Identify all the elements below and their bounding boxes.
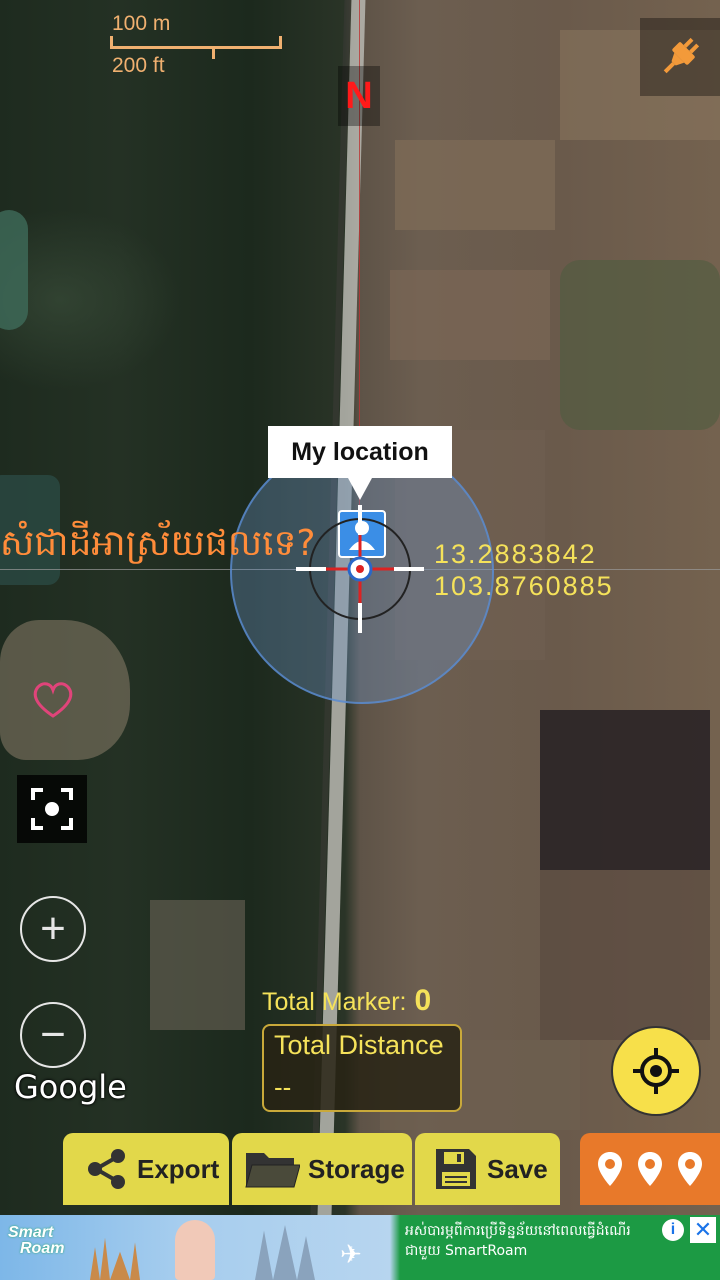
my-location-button[interactable] [611,1026,701,1116]
focus-frame-icon [31,788,73,830]
total-distance-label: Total Distance [274,1030,444,1060]
scale-tick [279,36,282,49]
save-label: Save [487,1153,548,1184]
coordinate-readout: 13.2883842 103.8760885 [434,538,614,602]
plugin-button[interactable] [640,18,720,96]
scale-metric-label: 100 m [112,12,171,35]
ad-person-image [175,1220,215,1280]
map-overlay-text: សំជាដីអាស្រ័យផលទេ? [0,523,316,564]
total-distance-box: Total Distance -- [262,1024,462,1112]
longitude-value: 103.8760885 [434,571,614,601]
gps-target-icon [633,1048,679,1094]
ad-brand-line: Smart [8,1224,54,1241]
scale-tick [110,36,113,49]
ad-banner[interactable]: Smart Roam ✈ អស់បារម្ភពីការប្រើទិន្នន័យន… [0,1215,720,1280]
markers-button[interactable] [580,1133,720,1205]
ad-info-icon[interactable]: i [662,1219,684,1241]
map-field [540,710,710,870]
map-field [395,140,555,230]
airplane-icon: ✈ [340,1239,362,1269]
total-distance-value: -- [274,1072,292,1102]
zoom-in-button[interactable]: + [20,896,86,962]
map-field [150,900,245,1030]
folder-icon [244,1147,300,1191]
storage-button[interactable]: Storage [232,1133,412,1205]
save-button[interactable]: Save [415,1133,560,1205]
ad-text-line: អស់បារម្ភពីការប្រើទិន្នន័យនៅពេលធ្វើដំណើរ [405,1223,631,1239]
scale-line [110,46,282,49]
google-attribution: Google [14,1068,127,1106]
total-marker-count: 0 [414,984,432,1017]
ad-close-icon[interactable]: ✕ [690,1217,716,1243]
total-marker-label: Total Marker: [262,988,407,1016]
plug-icon [663,37,700,74]
map-pin-icon [638,1152,662,1186]
ad-towers-image [255,1225,315,1280]
scale-bar: 100 m 200 ft [110,10,285,80]
scale-tick [212,46,215,59]
heart-icon [33,682,73,718]
scale-imperial-label: 200 ft [112,54,165,77]
map-pin-icon [598,1152,622,1186]
storage-label: Storage [308,1153,405,1184]
ad-text: អស់បារម្ភពីការប្រើទិន្នន័យនៅពេលធ្វើដំណើរ… [405,1221,661,1261]
map-field [560,260,720,430]
fullscreen-button[interactable] [17,775,87,843]
map-pond [0,210,28,330]
export-label: Export [137,1153,220,1184]
ad-text-line: ជាមួយ SmartRoam [405,1243,528,1259]
ad-brand-line: Roam [20,1240,65,1257]
total-marker-row: Total Marker: 0 [262,984,431,1018]
export-button[interactable]: Export [63,1133,229,1205]
map-field [540,870,710,1040]
share-icon [83,1146,129,1192]
zoom-out-button[interactable]: − [20,1002,86,1068]
compass-north-indicator[interactable]: N [338,66,380,126]
my-location-callout[interactable]: My location [268,426,452,500]
bottom-toolbar: Export Storage Save [0,1133,720,1205]
latitude-value: 13.2883842 [434,539,597,569]
ad-landmark-image [90,1237,140,1280]
ad-brand-logo: Smart Roam [8,1225,64,1257]
map-pin-icon [678,1152,702,1186]
map-field [390,270,550,360]
floppy-disk-icon [433,1146,479,1192]
